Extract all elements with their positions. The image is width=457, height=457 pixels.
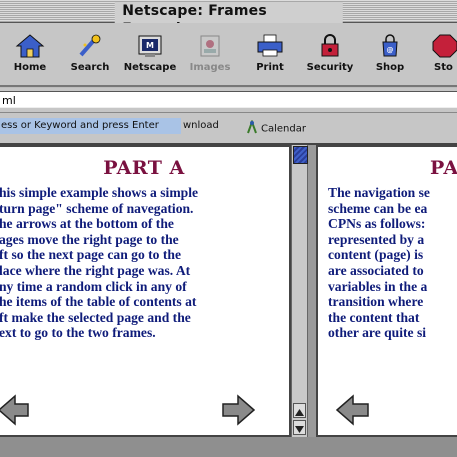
svg-text:M: M — [146, 41, 154, 50]
home-icon — [15, 34, 45, 58]
scroll-up-button[interactable] — [293, 403, 306, 418]
scroll-down-button[interactable] — [293, 420, 306, 435]
right-text-line: the content that — [328, 309, 420, 325]
scroll-thumb[interactable] — [293, 146, 308, 164]
right-text-line: transition where — [328, 294, 424, 310]
stop-button[interactable]: Sto — [420, 27, 457, 83]
right-text-line: represented by a — [328, 231, 425, 247]
security-button[interactable]: Security — [300, 27, 360, 83]
stop-label: Sto — [434, 62, 453, 73]
keyword-hint: ess or Keyword and press Enter — [0, 118, 181, 134]
shop-button[interactable]: @ Shop — [360, 27, 420, 83]
left-text-line: ext to go to the two frames. — [0, 325, 156, 341]
search-button[interactable]: Search — [60, 27, 120, 83]
right-frame[interactable]: PART The navigation se scheme can be ea … — [316, 145, 457, 437]
arrow-down-icon — [295, 426, 304, 433]
left-text-line: his simple example shows a simple — [0, 185, 199, 200]
netscape-icon: M — [138, 35, 162, 57]
right-text-line: scheme can be ea — [328, 200, 428, 216]
shop-label: Shop — [375, 62, 405, 73]
left-text-line: he items of the table of contents at — [0, 294, 197, 310]
download-link[interactable]: wnload — [183, 120, 219, 131]
print-label: Print — [256, 62, 284, 73]
security-label: Security — [306, 62, 354, 73]
right-text-line: content (page) is — [328, 247, 424, 263]
previous-page-arrow-icon[interactable] — [336, 394, 370, 426]
calendar-link[interactable]: Calendar — [246, 119, 306, 137]
title-bar[interactable]: Netscape: Frames Example — [0, 0, 457, 38]
images-label: Images — [189, 62, 231, 73]
left-text-line: ny time a random click in any of — [0, 278, 187, 294]
next-page-arrow-icon[interactable] — [221, 394, 255, 426]
navigation-toolbar: Home Search M Netscape Images Print Secu… — [0, 23, 457, 87]
right-text-line: other are quite si — [328, 325, 427, 341]
arrow-up-icon — [295, 409, 304, 416]
content-area: PART A his simple example shows a simple… — [0, 145, 457, 457]
left-text-line: ft so the next page can go to the — [0, 247, 181, 263]
calendar-label: Calendar — [261, 123, 306, 135]
images-icon — [200, 35, 220, 57]
stop-icon — [432, 34, 457, 58]
print-button[interactable]: Print — [240, 27, 300, 83]
home-label: Home — [13, 62, 47, 73]
previous-page-arrow-icon[interactable] — [0, 394, 29, 426]
location-bar: ml — [0, 88, 457, 113]
personal-toolbar: ess or Keyword and press Enter wnload Ca… — [0, 113, 457, 145]
right-text-line: are associated to — [328, 262, 424, 278]
location-input[interactable]: ml — [0, 91, 457, 108]
home-button[interactable]: Home — [0, 27, 60, 83]
shop-icon: @ — [382, 34, 398, 57]
right-text-line: variables in the a — [328, 278, 428, 294]
netscape-label: Netscape — [123, 62, 177, 73]
left-text-line: ages move the right page to the — [0, 231, 179, 247]
left-text-line: turn page" scheme of navegation. — [0, 200, 194, 216]
search-icon — [79, 34, 101, 57]
print-icon — [257, 34, 283, 57]
download-label: wnload — [183, 120, 219, 131]
right-text-line: CPNs as follows: — [328, 216, 426, 232]
images-button[interactable]: Images — [180, 27, 240, 83]
left-frame-scrollbar[interactable] — [291, 145, 308, 437]
left-text-line: lace where the right page was. At — [0, 262, 191, 278]
security-icon — [321, 34, 339, 57]
netscape-button[interactable]: M Netscape — [120, 27, 180, 83]
bookmark-icon — [246, 119, 258, 137]
part-a-heading: PART A — [103, 157, 185, 179]
part-b-heading: PART — [430, 157, 457, 179]
status-strip — [0, 437, 457, 457]
svg-text:@: @ — [387, 46, 394, 54]
left-text-line: ft make the selected page and the — [0, 309, 191, 325]
search-label: Search — [70, 62, 110, 73]
left-frame[interactable]: PART A his simple example shows a simple… — [0, 145, 291, 437]
right-text-line: The navigation se — [328, 185, 430, 200]
left-text-line: he arrows at the bottom of the — [0, 216, 174, 232]
frame-divider[interactable] — [308, 145, 316, 437]
